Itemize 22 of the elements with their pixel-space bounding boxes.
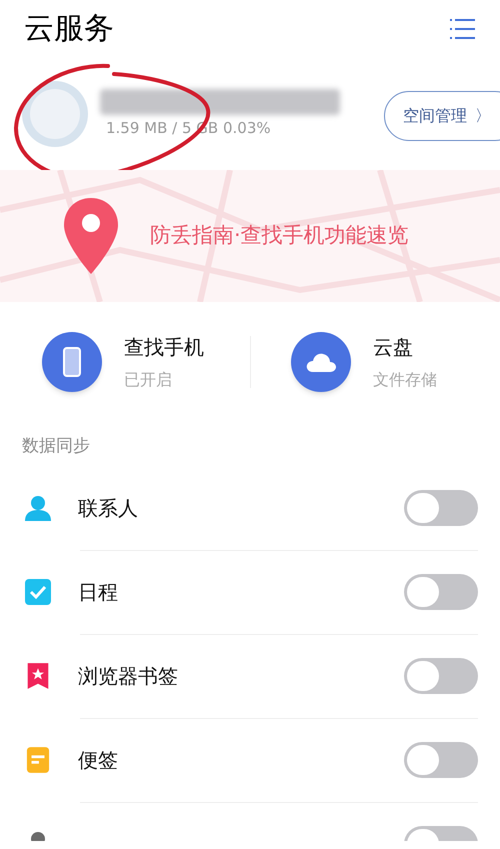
- page-title: 云服务: [24, 14, 114, 44]
- menu-icon[interactable]: [448, 17, 476, 41]
- service-status: 已开启: [124, 369, 173, 391]
- cloud-icon[interactable]: [291, 332, 351, 392]
- phone-icon[interactable]: [42, 332, 102, 392]
- location-pin-icon: [62, 196, 120, 276]
- manage-space-button[interactable]: 空间管理 〉: [384, 91, 500, 141]
- toggle-switch[interactable]: [404, 574, 478, 610]
- sync-label: 日程: [78, 579, 119, 606]
- note-icon: [24, 746, 52, 774]
- service-title[interactable]: 查找手机: [124, 332, 204, 362]
- service-status: 文件存储: [373, 369, 437, 391]
- sync-label: 浏览器书签: [78, 663, 179, 690]
- toggle-switch[interactable]: [404, 742, 478, 778]
- checkbox-icon: [24, 578, 52, 606]
- sync-label: 便签: [78, 747, 119, 774]
- toggle-switch[interactable]: [404, 490, 478, 526]
- sync-label: 联系人: [78, 495, 139, 522]
- service-title[interactable]: 云盘: [373, 332, 437, 362]
- person-icon: [24, 494, 52, 522]
- section-header: 数据同步: [21, 435, 91, 458]
- toggle-switch[interactable]: [404, 658, 478, 694]
